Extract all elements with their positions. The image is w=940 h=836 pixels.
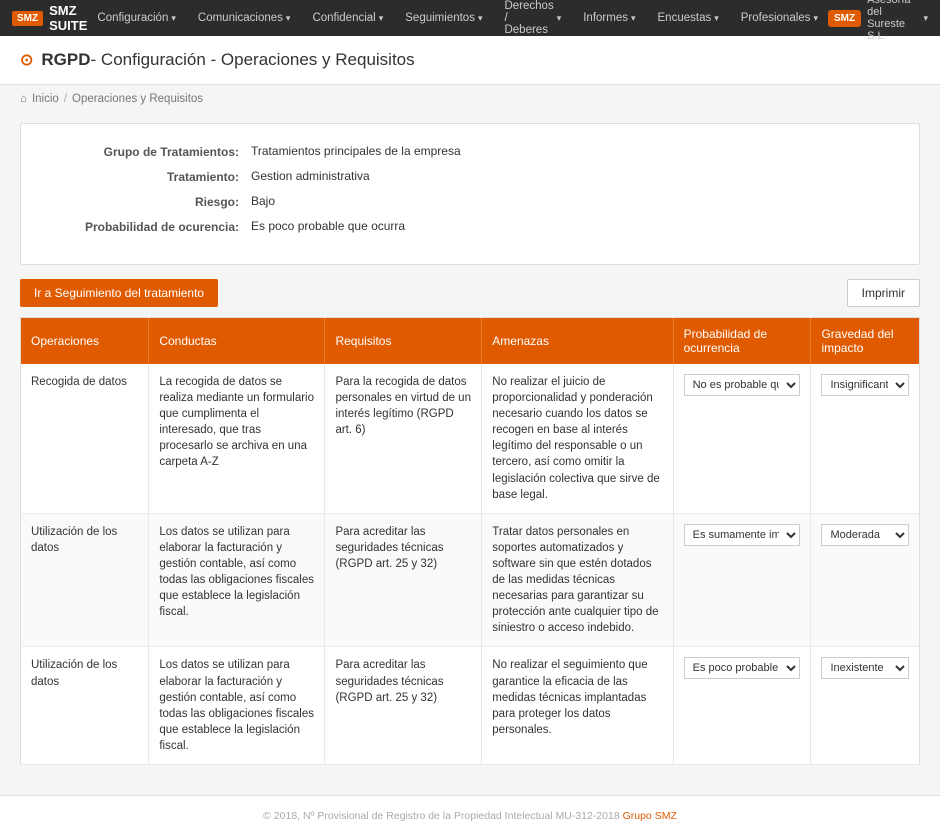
col-header-gravedad: Gravedad del impacto [811,318,920,365]
info-row-prob: Probabilidad de ocurencia: Es poco proba… [51,219,889,234]
chevron-down-icon: ▾ [171,13,176,24]
cell-conducta: Los datos se utilizan para elaborar la f… [149,647,325,765]
cell-amenaza: No realizar el seguimiento que garantice… [482,647,673,765]
brand-logo: SMZ [828,10,861,27]
col-header-conductas: Conductas [149,318,325,365]
chevron-down-icon: ▾ [286,13,291,24]
cell-operacion: Utilización de los datos [21,647,149,765]
chevron-down-icon: ▾ [923,13,928,24]
cell-operacion: Utilización de los datos [21,513,149,647]
top-navigation: SMZ SMZ SUITE Configuración ▾ Comunicaci… [0,0,940,36]
page-title: RGPD- Configuración - Operaciones y Requ… [41,50,414,70]
gravedad-select[interactable]: InsignificanteModeradaInexistenteGraveMu… [821,657,909,679]
chevron-down-icon: ▾ [379,13,384,24]
operations-table: Operaciones Conductas Requisitos Amenaza… [20,317,920,765]
menu-encuestas[interactable]: Encuestas ▾ [648,8,729,28]
menu-configuracion[interactable]: Configuración ▾ [87,8,186,28]
cell-probabilidad[interactable]: No es probable que ocurraEs sumamente im… [673,647,811,765]
col-header-probabilidad: Probabilidad de ocurrencia [673,318,811,365]
col-header-amenazas: Amenazas [482,318,673,365]
table-header-row: Operaciones Conductas Requisitos Amenaza… [21,318,920,365]
probabilidad-select[interactable]: No es probable que ocurraEs sumamente im… [684,374,801,396]
cell-gravedad[interactable]: InsignificanteModeradaInexistenteGraveMu… [811,364,920,513]
cell-gravedad[interactable]: InsignificanteModeradaInexistenteGraveMu… [811,647,920,765]
cell-conducta: Los datos se utilizan para elaborar la f… [149,513,325,647]
logo-icon: SMZ [12,11,43,26]
breadcrumb: ⌂ Inicio / Operaciones y Requisitos [0,85,940,113]
footer: © 2018, Nº Provisional de Registro de la… [0,795,940,836]
value-tratamiento: Gestion administrativa [251,169,370,183]
info-row-riesgo: Riesgo: Bajo [51,194,889,209]
table-row: Utilización de los datos Los datos se ut… [21,647,920,765]
menu-informes[interactable]: Informes ▾ [573,8,645,28]
breadcrumb-home[interactable]: Inicio [32,93,59,105]
chevron-down-icon: ▾ [478,13,483,24]
footer-text: © 2018, Nº Provisional de Registro de la… [263,810,622,822]
chevron-down-icon: ▾ [631,13,636,24]
breadcrumb-current: Operaciones y Requisitos [72,93,203,105]
info-row-tratamiento: Tratamiento: Gestion administrativa [51,169,889,184]
action-bar: Ir a Seguimiento del tratamiento Imprimi… [20,279,920,307]
chevron-down-icon: ▾ [557,13,562,24]
value-prob: Es poco probable que ocurra [251,219,405,233]
gravedad-select[interactable]: InsignificanteModeradaInexistenteGraveMu… [821,524,909,546]
cell-probabilidad[interactable]: No es probable que ocurraEs sumamente im… [673,513,811,647]
menu-profesionales[interactable]: Profesionales ▾ [731,8,828,28]
cell-amenaza: No realizar el juicio de proporcionalida… [482,364,673,513]
menu-confidencial[interactable]: Confidencial ▾ [302,8,393,28]
home-icon: ⌂ [20,93,27,105]
gravedad-select[interactable]: InsignificanteModeradaInexistenteGraveMu… [821,374,909,396]
cell-gravedad[interactable]: InsignificanteModeradaInexistenteGraveMu… [811,513,920,647]
label-grupo: Grupo de Tratamientos: [51,144,251,159]
cell-operacion: Recogida de datos [21,364,149,513]
page-header: ⊙ RGPD- Configuración - Operaciones y Re… [0,36,940,85]
main-menu: Configuración ▾ Comunicaciones ▾ Confide… [87,0,828,40]
info-card: Grupo de Tratamientos: Tratamientos prin… [20,123,920,265]
value-riesgo: Bajo [251,194,275,208]
info-row-grupo: Grupo de Tratamientos: Tratamientos prin… [51,144,889,159]
cell-requisito: Para acreditar las seguridades técnicas … [325,647,482,765]
topnav-right: SMZ Asesoría del Sureste S.L. ▾ [828,0,928,42]
menu-seguimientos[interactable]: Seguimientos ▾ [395,8,492,28]
menu-derechos[interactable]: Derechos / Deberes ▾ [494,0,571,40]
cell-amenaza: Tratar datos personales en soportes auto… [482,513,673,647]
cell-probabilidad[interactable]: No es probable que ocurraEs sumamente im… [673,364,811,513]
probabilidad-select[interactable]: No es probable que ocurraEs sumamente im… [684,657,801,679]
chevron-down-icon: ▾ [714,13,719,24]
brand-name[interactable]: Asesoría del Sureste S.L. [867,0,917,42]
chevron-down-icon: ▾ [813,13,818,24]
print-button[interactable]: Imprimir [847,279,920,307]
breadcrumb-separator: / [64,93,67,105]
menu-comunicaciones[interactable]: Comunicaciones ▾ [188,8,301,28]
label-riesgo: Riesgo: [51,194,251,209]
label-prob: Probabilidad de ocurencia: [51,219,251,234]
cell-conducta: La recogida de datos se realiza mediante… [149,364,325,513]
cell-requisito: Para acreditar las seguridades técnicas … [325,513,482,647]
col-header-operaciones: Operaciones [21,318,149,365]
logo-text: SMZ SUITE [49,3,87,33]
rgpd-icon: ⊙ [20,50,33,70]
probabilidad-select[interactable]: No es probable que ocurraEs sumamente im… [684,524,801,546]
footer-link[interactable]: Grupo SMZ [623,810,677,822]
tracking-button[interactable]: Ir a Seguimiento del tratamiento [20,279,218,307]
app-logo: SMZ SMZ SUITE [12,3,87,33]
table-row: Utilización de los datos Los datos se ut… [21,513,920,647]
cell-requisito: Para la recogida de datos personales en … [325,364,482,513]
label-tratamiento: Tratamiento: [51,169,251,184]
col-header-requisitos: Requisitos [325,318,482,365]
value-grupo: Tratamientos principales de la empresa [251,144,461,158]
main-content: Grupo de Tratamientos: Tratamientos prin… [0,113,940,785]
table-row: Recogida de datos La recogida de datos s… [21,364,920,513]
